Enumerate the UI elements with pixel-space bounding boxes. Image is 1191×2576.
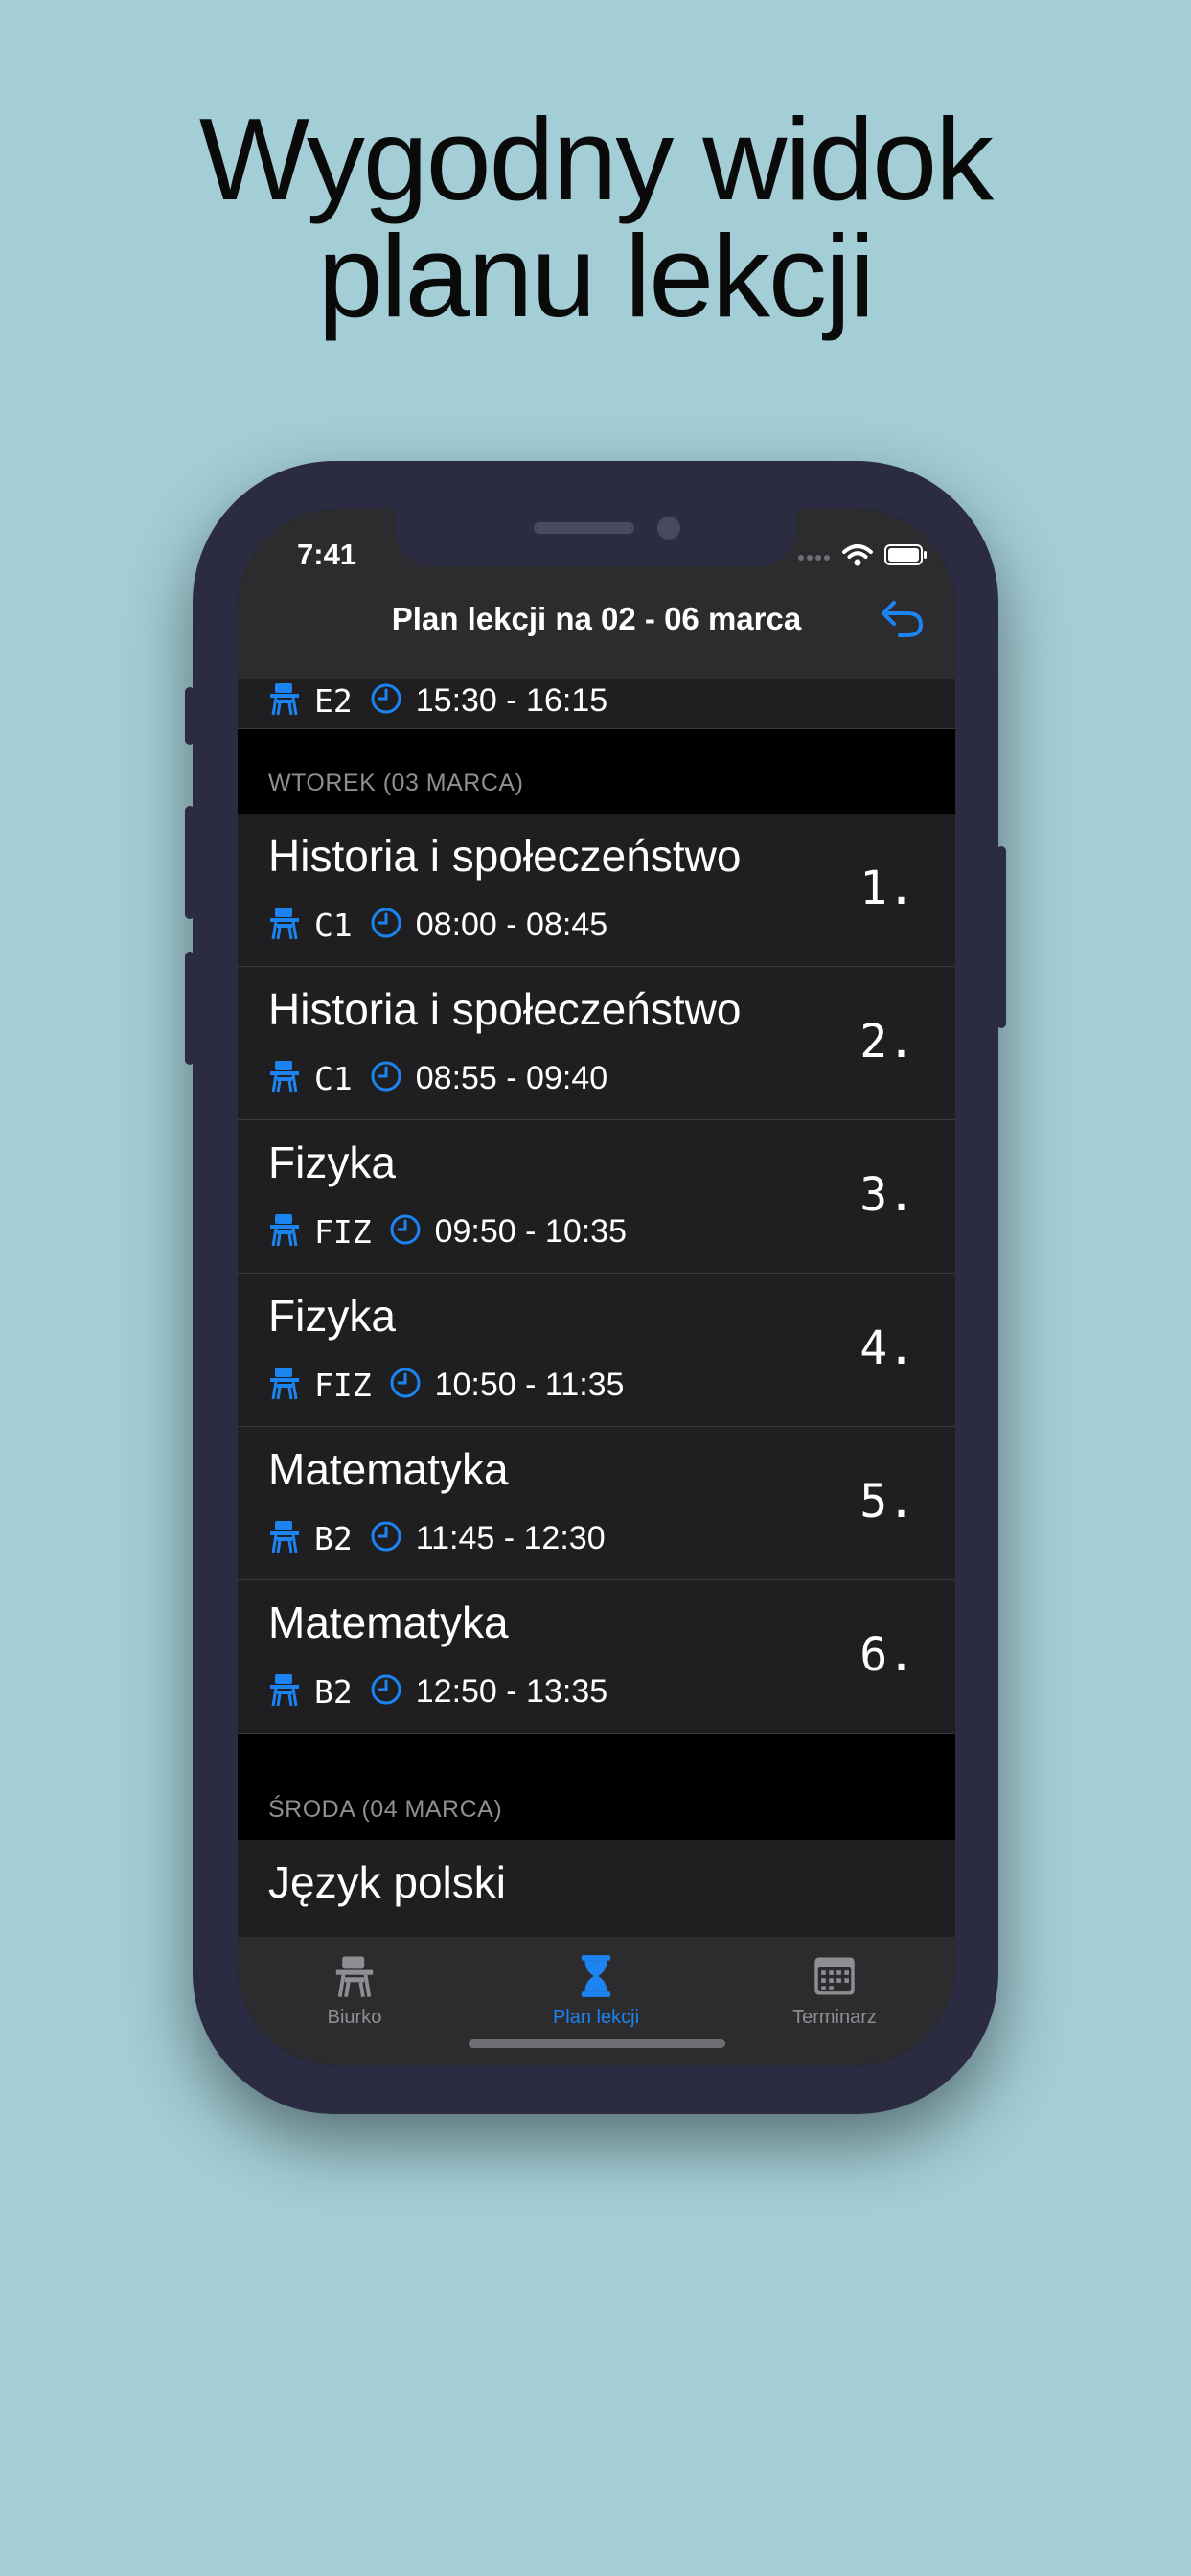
clock-icon [370,682,402,720]
lesson-number: 6. [859,1628,915,1682]
lesson-meta: C1 08:55 - 09:40 [268,1059,607,1098]
lesson-number: 1. [859,862,915,915]
lesson-row[interactable]: Historia i społeczeństwo C1 08:55 - 09:4… [238,967,955,1120]
hourglass-icon [582,1955,610,1997]
home-indicator [469,2039,725,2048]
section-header-wednesday: ŚRODA (04 MARCA) [268,1796,503,1823]
lesson-hours: 15:30 - 16:15 [415,682,608,719]
phone-screen: 7:41 Plan lekcji na 02 - 06 marca E2 15:… [238,509,955,2065]
desk-icon [268,1059,301,1098]
lesson-subject: Fizyka [268,1138,396,1187]
front-camera [657,517,680,540]
battery-icon [884,544,928,570]
tab-label: Terminarz [792,2007,877,2028]
lesson-subject: Historia i społeczeństwo [268,831,742,881]
headline: Wygodny widok planu lekcji [0,101,1191,334]
lesson-hours: 08:55 - 09:40 [415,1060,608,1096]
lesson-meta: E2 15:30 - 16:15 [268,681,607,721]
phone-frame: 7:41 Plan lekcji na 02 - 06 marca E2 15:… [185,461,1006,2114]
lesson-meta: C1 08:00 - 08:45 [268,906,607,945]
lesson-meta: B2 12:50 - 13:35 [268,1672,607,1712]
lesson-subject: Matematyka [268,1598,509,1647]
desk-icon [335,1956,374,1998]
lesson-subject: Historia i społeczeństwo [268,984,742,1034]
desk-icon [268,1519,301,1558]
room-label: B2 [314,1673,353,1711]
tab-label: Biurko [327,2007,382,2028]
status-indicators [798,543,928,571]
room-label: FIZ [314,1213,372,1251]
page-title: Plan lekcji na 02 - 06 marca [391,601,802,636]
lesson-subject: Język polski [268,1857,506,1907]
clock-icon [370,1060,402,1097]
notch [395,509,796,566]
desk-icon [268,906,301,945]
room-label: C1 [314,907,353,944]
lesson-meta: FIZ 10:50 - 11:35 [268,1366,624,1405]
desk-icon [268,1672,301,1712]
lesson-meta: FIZ 09:50 - 10:35 [268,1212,627,1252]
signal-icon [798,549,831,566]
tab-biurko[interactable]: Biurko [259,1954,450,2029]
lesson-row[interactable]: Fizyka FIZ 09:50 - 10:35 3. [238,1120,955,1274]
lesson-hours: 09:50 - 10:35 [434,1213,627,1250]
headline-line-2: planu lekcji [317,211,876,341]
lesson-hours: 11:45 - 12:30 [415,1520,606,1556]
lesson-number: 2. [859,1015,915,1069]
volume-down-button [185,952,195,1065]
return-arrow-icon [882,601,924,637]
back-button[interactable] [879,597,927,641]
tab-terminarz[interactable]: Terminarz [739,1954,930,2029]
desk-icon [268,681,301,721]
wifi-icon [842,543,873,571]
clock-icon [370,1520,402,1557]
headline-line-1: Wygodny widok [198,94,994,224]
clock-icon [370,1673,402,1711]
clock-icon [370,907,402,944]
lesson-number: 5. [859,1475,915,1529]
room-label: B2 [314,1520,353,1557]
desk-icon [268,1366,301,1405]
section-header-tuesday: WTOREK (03 MARCA) [268,770,524,796]
room-label: FIZ [314,1367,372,1404]
tab-plan-lekcji[interactable]: Plan lekcji [500,1954,692,2029]
calendar-icon [814,1957,855,1995]
lesson-hours: 10:50 - 11:35 [434,1367,625,1403]
speaker [534,522,634,534]
lesson-row[interactable]: Matematyka B2 12:50 - 13:35 6. [238,1580,955,1734]
lesson-subject: Matematyka [268,1444,509,1494]
lesson-row[interactable]: Fizyka FIZ 10:50 - 11:35 4. [238,1274,955,1427]
clock-icon [389,1213,422,1251]
lesson-meta: B2 11:45 - 12:30 [268,1519,606,1558]
lesson-number: 4. [859,1322,915,1375]
desk-icon [268,1212,301,1252]
lesson-subject: Fizyka [268,1291,396,1341]
status-time: 7:41 [297,538,357,571]
room-label: E2 [314,682,353,720]
tab-label: Plan lekcji [552,2007,640,2028]
room-label: C1 [314,1060,353,1097]
lesson-hours: 08:00 - 08:45 [415,907,608,943]
lesson-hours: 12:50 - 13:35 [415,1673,608,1710]
lesson-row[interactable]: Historia i społeczeństwo C1 08:00 - 08:4… [238,814,955,967]
lesson-row[interactable]: Matematyka B2 11:45 - 12:30 5. [238,1427,955,1580]
silent-switch [185,687,195,745]
power-button [996,846,1006,1028]
lesson-number: 3. [859,1168,915,1222]
volume-up-button [185,806,195,919]
clock-icon [389,1367,422,1404]
